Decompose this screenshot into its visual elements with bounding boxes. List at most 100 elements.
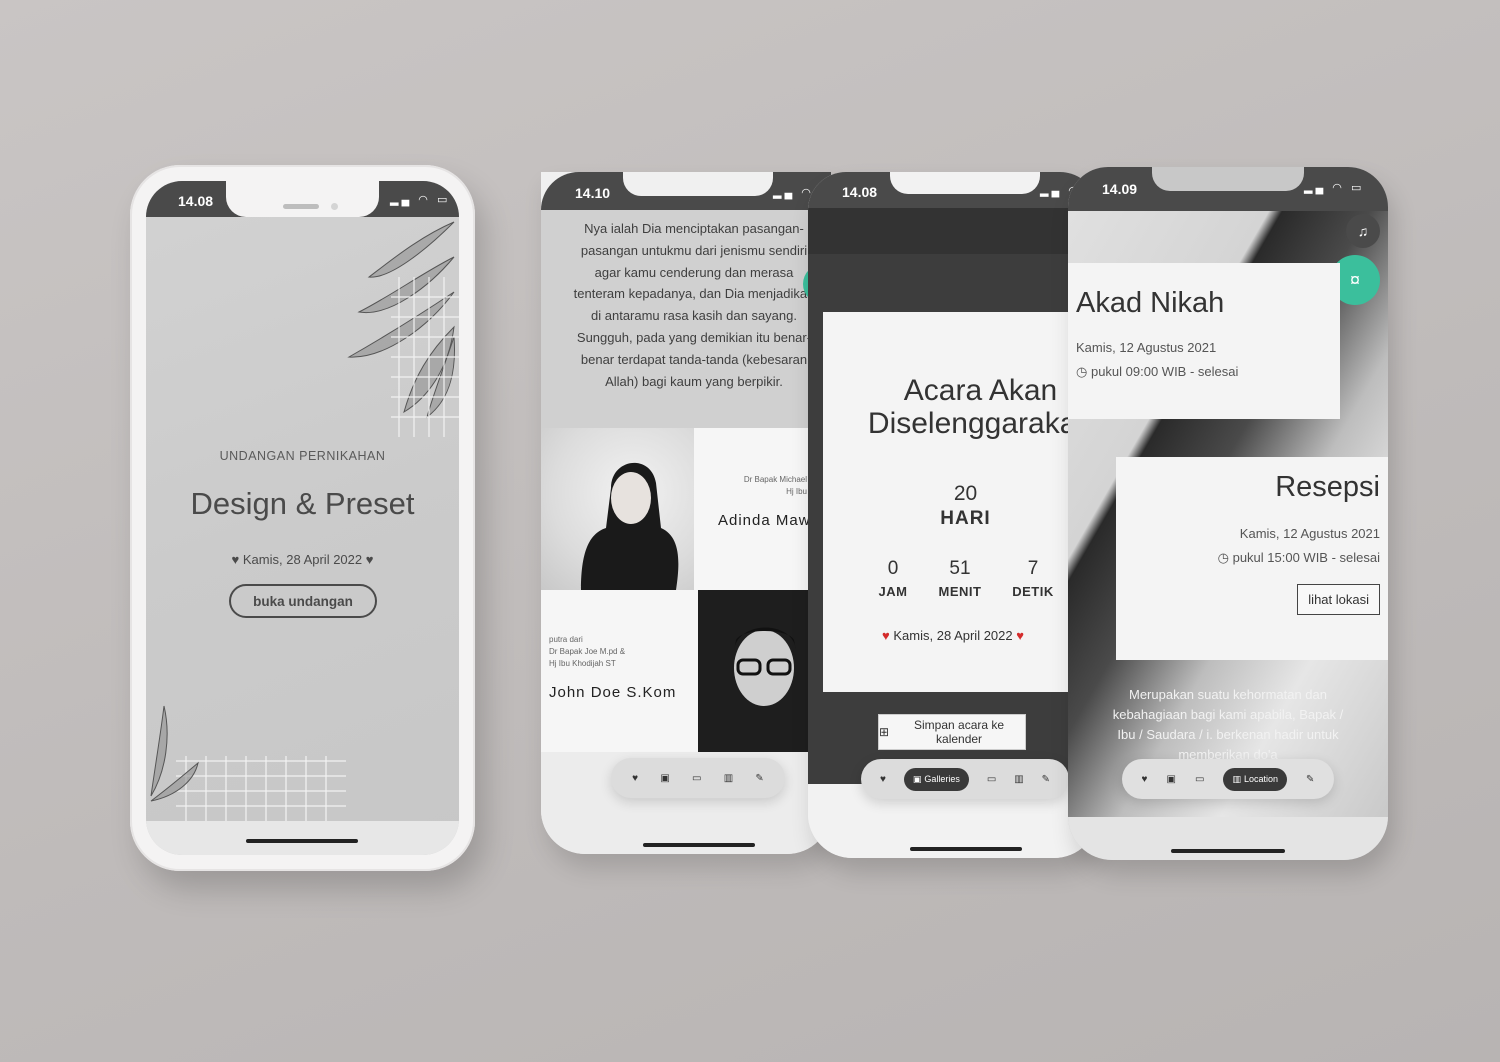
nav-heart-icon[interactable]: ♥	[632, 773, 638, 784]
invitation-message: Merupakan suatu kehormatan dan kebahagia…	[1112, 687, 1344, 762]
bride-photo	[541, 428, 694, 590]
nav-location-label: Location	[1243, 774, 1278, 784]
heart-icon: ♥	[231, 552, 240, 567]
phone-events: 14.09 ▂▄ ◠ ▭ ♫ ¤ Akad Nikah Kamis, 12 Ag…	[1068, 167, 1388, 860]
seconds-label: DETIK	[1012, 584, 1054, 599]
screen-footer	[146, 821, 459, 855]
bottom-nav: ♥ ▣ ▭ ▥ ✎	[611, 758, 785, 798]
hours-value: 0	[887, 558, 899, 579]
countdown-hours: 0 JAM	[863, 558, 923, 599]
status-time: 14.08	[178, 193, 214, 209]
calendar-add-icon: ⊞	[879, 725, 890, 739]
open-invitation-button[interactable]: buka undangan	[229, 584, 377, 618]
status-icons: ▂▄ ◠ ▭	[1304, 182, 1365, 194]
clock-icon: ◷	[1217, 550, 1229, 565]
nav-map-icon[interactable]: ▥	[724, 773, 733, 784]
akad-time-row: ◷ pukul 09:00 WIB - selesai	[1076, 360, 1332, 384]
save-to-calendar-label: Simpan acara ke kalender	[914, 718, 1005, 746]
view-location-button[interactable]: lihat lokasi	[1297, 584, 1380, 615]
akad-date: Kamis, 12 Agustus 2021	[1076, 340, 1217, 355]
home-indicator	[246, 839, 358, 843]
bride-parents-line1: Dr Bapak Michael	[743, 475, 807, 484]
camera	[331, 203, 338, 210]
countdown-seconds: 7 DETIK	[1003, 558, 1063, 599]
nav-map-icon[interactable]: ▥	[1014, 774, 1023, 785]
quran-verse: Nya ialah Dia menciptakan pasangan-pasan…	[541, 210, 831, 428]
section-bottom	[1068, 817, 1388, 860]
groom-name: John Doe S.Kom	[549, 684, 677, 701]
nav-galleries-label: Galleries	[924, 774, 960, 784]
bride-name: Adinda Maw	[718, 512, 811, 529]
resepsi-time: pukul 15:00 WIB - selesai	[1232, 550, 1380, 565]
seconds-value: 7	[1027, 558, 1039, 579]
nav-edit-icon[interactable]: ✎	[1306, 774, 1314, 785]
music-icon[interactable]: ♫	[1346, 214, 1380, 248]
bottom-nav: ♥ ▣ ▭ ▥ Location ✎	[1122, 759, 1334, 799]
nav-calendar-icon[interactable]: ▭	[692, 773, 701, 784]
speaker	[283, 204, 319, 209]
notch	[226, 181, 379, 217]
phone-cover: 14.08 ▂▄ ◠ ▭ UNDANGAN PERNIKAHAN Design …	[130, 165, 475, 871]
minutes-value: 51	[949, 558, 971, 579]
heart-icon: ♥	[1016, 628, 1024, 643]
clock-icon: ◷	[1076, 364, 1088, 379]
invitation-label: UNDANGAN PERNIKAHAN	[219, 449, 386, 463]
gallery-icon: ▣	[912, 773, 922, 784]
leaf-illustration-bottom	[150, 705, 346, 821]
status-time: 14.08	[842, 184, 878, 200]
home-indicator	[643, 843, 755, 847]
countdown-days-label: HARI	[940, 508, 991, 529]
bride-parents-line2: Hj Ibu	[786, 487, 807, 496]
groom-info: putra dari Dr Bapak Joe M.pd & Hj Ibu Kh…	[541, 590, 698, 752]
countdown-minutes: 51 MENIT	[930, 558, 990, 599]
heart-icon: ♥	[365, 552, 374, 567]
nav-gallery-icon[interactable]: ▣	[660, 773, 669, 784]
phone-couple: 14.10 ▂▄ ◠ Nya ialah Dia menciptakan pas…	[541, 172, 831, 854]
save-to-calendar-button[interactable]: ⊞ Simpan acara ke kalender	[878, 714, 1026, 750]
countdown-title: Acara Akan Diselenggarakan	[867, 374, 1094, 440]
notch	[1152, 167, 1304, 191]
nav-heart-icon[interactable]: ♥	[880, 774, 886, 785]
countdown-days: 20	[953, 482, 978, 505]
home-indicator	[910, 847, 1022, 851]
invitation-title: Design & Preset	[190, 486, 415, 521]
status-time: 14.10	[575, 185, 611, 201]
cover-screen: 14.08 ▂▄ ◠ ▭ UNDANGAN PERNIKAHAN Design …	[146, 181, 459, 855]
resepsi-date: Kamis, 12 Agustus 2021	[1239, 526, 1380, 541]
date-text: Kamis, 28 April 2022	[242, 552, 363, 567]
heart-icon: ♥	[882, 628, 890, 643]
notch	[623, 172, 773, 196]
resepsi-title: Resepsi	[1275, 471, 1380, 503]
event-date-text: Kamis, 28 April 2022	[893, 628, 1013, 643]
hours-label: JAM	[878, 584, 908, 599]
nav-calendar-icon[interactable]: ▭	[987, 774, 996, 785]
event-date: ♥ Kamis, 28 April 2022 ♥	[808, 628, 1098, 643]
akad-card: Akad Nikah Kamis, 12 Agustus 2021 ◷ puku…	[1068, 263, 1340, 419]
map-icon: ▥	[1232, 773, 1241, 784]
bottom-nav: ♥ ▣ Galleries ▭ ▥ ✎	[861, 759, 1069, 799]
status-icons: ▂▄ ◠ ▭	[390, 194, 451, 206]
groom-parents-line2: Hj Ibu Khodijah ST	[549, 659, 616, 668]
home-indicator	[1171, 849, 1285, 853]
header-band	[808, 208, 1098, 254]
nav-gallery-icon[interactable]: ▣	[1166, 774, 1175, 785]
resepsi-card: Resepsi Kamis, 12 Agustus 2021 ◷ pukul 1…	[1116, 457, 1388, 660]
akad-time: pukul 09:00 WIB - selesai	[1090, 364, 1239, 379]
leaf-illustration-top	[347, 221, 459, 437]
resepsi-time-row: ◷ pukul 15:00 WIB - selesai	[1124, 546, 1380, 570]
nav-edit-icon[interactable]: ✎	[755, 773, 763, 784]
groom-parents-line1: Dr Bapak Joe M.pd &	[549, 647, 626, 656]
phone-countdown: 14.08 ▂▄ ◠ Acara Akan Diselenggarakan 20…	[808, 172, 1098, 858]
minutes-label: MENIT	[938, 584, 982, 599]
nav-heart-icon[interactable]: ♥	[1142, 774, 1148, 785]
bride-portrait-icon	[581, 462, 679, 590]
nav-galleries[interactable]: ▣ Galleries	[903, 767, 969, 791]
akad-title: Akad Nikah	[1076, 287, 1225, 319]
status-time: 14.09	[1102, 181, 1138, 197]
nav-calendar-icon[interactable]: ▭	[1195, 774, 1204, 785]
groom-prefix: putra dari	[549, 635, 583, 644]
nav-location[interactable]: ▥ Location	[1223, 767, 1287, 791]
invitation-date: ♥ Kamis, 28 April 2022 ♥	[146, 552, 459, 567]
notch	[890, 172, 1040, 194]
nav-edit-icon[interactable]: ✎	[1042, 774, 1050, 785]
